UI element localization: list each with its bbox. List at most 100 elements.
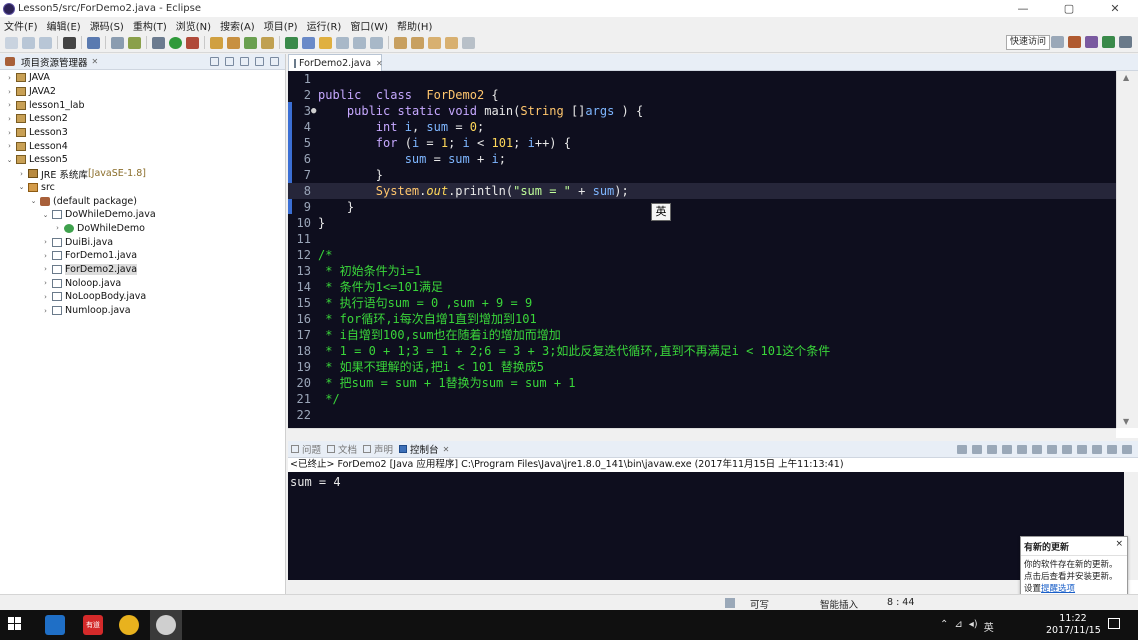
expand-arrow-icon[interactable]: › <box>41 238 50 246</box>
collapse-arrow-icon[interactable]: ⌄ <box>5 156 14 164</box>
git-perspective-icon[interactable] <box>1119 36 1132 48</box>
code-line[interactable]: 22 <box>288 407 1116 423</box>
editor-tab[interactable]: ForDemo2.java ✕ <box>288 54 383 71</box>
code-line[interactable]: 15 * 执行语句sum = 0 ,sum + 9 = 9 <box>288 295 1116 311</box>
expand-arrow-icon[interactable]: › <box>41 279 50 287</box>
menu-run[interactable]: 运行(R) <box>307 18 342 33</box>
maximize-button[interactable]: ▢ <box>1046 0 1092 17</box>
tray-expand-icon[interactable]: ⌃ <box>940 619 948 634</box>
build-icon[interactable] <box>111 36 124 49</box>
menu-help[interactable]: 帮助(H) <box>397 18 432 33</box>
code-line[interactable]: 7 } <box>288 167 1116 183</box>
last-edit-icon[interactable] <box>462 36 475 49</box>
quick-access-input[interactable]: 快速访问 <box>1005 35 1050 50</box>
collapse-arrow-icon[interactable]: ⌄ <box>29 197 38 205</box>
open-console-icon[interactable] <box>1092 445 1102 454</box>
tree-item-label[interactable]: src <box>41 182 55 193</box>
open-type-icon[interactable] <box>261 36 274 49</box>
collapse-arrow-icon[interactable]: ⌄ <box>41 211 50 219</box>
tree-item[interactable]: › lesson1_lab <box>0 98 285 112</box>
scroll-down-icon[interactable]: ▼ <box>1123 417 1129 426</box>
menu-window[interactable]: 窗口(W) <box>350 18 388 33</box>
code-line[interactable]: 1 <box>288 71 1116 87</box>
minimize-view-icon[interactable] <box>255 57 264 66</box>
minimize-button[interactable]: — <box>1000 0 1046 17</box>
java-ee-perspective-icon[interactable] <box>1068 36 1081 48</box>
code-line[interactable]: 10} <box>288 215 1116 231</box>
tree-item-label[interactable]: DuiBi.java <box>65 237 113 248</box>
tree-item-label[interactable]: Numloop.java <box>65 305 131 316</box>
external-tools-icon[interactable] <box>186 36 199 49</box>
forward-icon[interactable] <box>445 36 458 49</box>
console-tab[interactable]: 声明 <box>363 442 393 456</box>
code-line[interactable]: 14 * 条件为1<=101满足 <box>288 279 1116 295</box>
tree-item[interactable]: › ForDemo1.java <box>0 249 285 263</box>
maximize-view-icon[interactable] <box>270 57 279 66</box>
console-tab-label[interactable]: 文档 <box>338 442 357 456</box>
code-line[interactable]: 12 /* <box>288 247 1116 263</box>
console-tab-label[interactable]: 控制台 <box>410 442 439 456</box>
tree-item-label[interactable]: JRE 系统库 <box>41 167 88 181</box>
override-marker-icon[interactable]: ● <box>311 103 316 119</box>
pin-console-icon[interactable] <box>1062 445 1072 454</box>
maximize-view-icon[interactable] <box>1122 445 1132 454</box>
console-tab[interactable]: 问题 <box>291 442 321 456</box>
new-icon[interactable] <box>5 36 18 49</box>
editor-tab-label[interactable]: ForDemo2.java <box>299 58 371 69</box>
collapse-arrow-icon[interactable]: ⌄ <box>17 183 26 191</box>
tree-item[interactable]: › Lesson2 <box>0 112 285 126</box>
code-line[interactable]: 2 public class ForDemo2 { <box>288 87 1116 103</box>
editor-horizontal-scrollbar[interactable] <box>288 428 1116 438</box>
terminate-icon[interactable] <box>957 445 967 454</box>
action-center-icon[interactable] <box>1108 618 1120 629</box>
remove-all-icon[interactable] <box>987 445 997 454</box>
menu-source[interactable]: 源码(S) <box>90 18 124 33</box>
console-tab[interactable]: 控制台 ✕ <box>399 442 449 456</box>
link-editor-icon[interactable] <box>225 57 234 66</box>
expand-arrow-icon[interactable]: › <box>5 88 14 96</box>
expand-arrow-icon[interactable]: › <box>41 252 50 260</box>
expand-arrow-icon[interactable]: › <box>5 129 14 137</box>
word-wrap-icon[interactable] <box>1032 445 1042 454</box>
code-line[interactable]: 4 int i, sum = 0; <box>288 119 1116 135</box>
code-line[interactable]: 18 * 1 = 0 + 1;3 = 1 + 2;6 = 3 + 3;如此反复迭… <box>288 343 1116 359</box>
expand-arrow-icon[interactable]: › <box>17 170 26 178</box>
code-line[interactable]: 16 * for循环,i每次自增1直到增加到101 <box>288 311 1116 327</box>
code-line[interactable]: 8 System.out.println("sum = " + sum); <box>288 183 1116 199</box>
menu-navigate[interactable]: 浏览(N) <box>176 18 211 33</box>
expand-arrow-icon[interactable]: › <box>41 293 50 301</box>
code-line[interactable]: 5 for (i = 1; i < 101; i++) { <box>288 135 1116 151</box>
console-horizontal-scrollbar[interactable] <box>288 580 1124 594</box>
tree-item-label[interactable]: lesson1_lab <box>29 100 85 111</box>
scroll-lock-icon[interactable] <box>1017 445 1027 454</box>
new-class-icon[interactable] <box>244 36 257 49</box>
console-tab-label[interactable]: 问题 <box>302 442 321 456</box>
speaker-icon[interactable]: ◂) <box>969 619 978 634</box>
tree-item-label[interactable]: DoWhileDemo <box>77 223 145 234</box>
tree-item[interactable]: › ForDemo2.java <box>0 263 285 277</box>
tree-item[interactable]: › Lesson3 <box>0 126 285 140</box>
new-java-project-icon[interactable] <box>210 36 223 49</box>
terminal-icon[interactable] <box>87 36 100 49</box>
whitespace-icon[interactable] <box>370 36 383 49</box>
code-line[interactable]: 21 */ <box>288 391 1116 407</box>
menu-edit[interactable]: 编辑(E) <box>47 18 81 33</box>
debug-icon[interactable] <box>63 36 76 49</box>
tree-item[interactable]: ⌄ DoWhileDemo.java <box>0 208 285 222</box>
tree-item-label[interactable]: Lesson3 <box>29 127 68 138</box>
close-view-icon[interactable]: ✕ <box>92 57 99 66</box>
update-notification[interactable]: 有新的更新 × 你的软件存在新的更新。 点击后查看并安装更新。 设置提醒选项 <box>1020 536 1128 599</box>
toggle-mark-icon[interactable] <box>336 36 349 49</box>
code-line[interactable]: 3 ● public static void main(String []args… <box>288 103 1116 119</box>
reminder-options-link[interactable]: 提醒选项 <box>1041 584 1075 594</box>
back-icon[interactable] <box>428 36 441 49</box>
tree-item-label[interactable]: JAVA <box>29 72 50 83</box>
network-icon[interactable]: ⊿ <box>954 619 962 634</box>
view-menu-icon[interactable] <box>240 57 249 66</box>
tree-item-label[interactable]: JAVA2 <box>29 86 56 97</box>
tree-item[interactable]: › Numloop.java <box>0 304 285 318</box>
new-package-icon[interactable] <box>227 36 240 49</box>
menu-refactor[interactable]: 重构(T) <box>133 18 167 33</box>
menu-search[interactable]: 搜索(A) <box>220 18 255 33</box>
collapse-all-icon[interactable] <box>210 57 219 66</box>
